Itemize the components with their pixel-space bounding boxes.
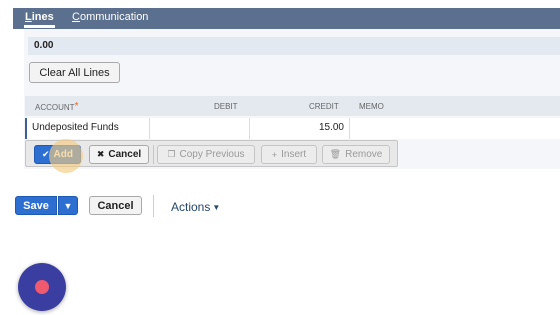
- clear-all-lines-button[interactable]: Clear All Lines: [29, 62, 120, 83]
- insert-line-label: Insert: [281, 149, 307, 160]
- check-icon: ✔: [42, 149, 50, 159]
- line-action-bar: ✔ Add ✖ Cancel ❐ Copy Previous + Insert 🗑 Rem…: [25, 140, 398, 167]
- header-memo: MEMO: [359, 102, 384, 111]
- cell-debit[interactable]: [150, 118, 250, 139]
- save-dropdown-button[interactable]: ▼: [58, 196, 78, 215]
- remove-line-button[interactable]: 🗑 Remove: [322, 145, 390, 164]
- cancel-line-label: Cancel: [108, 149, 142, 160]
- copy-previous-label: Copy Previous: [179, 149, 245, 160]
- save-button[interactable]: Save: [15, 196, 57, 215]
- insert-line-button[interactable]: + Insert: [261, 145, 317, 164]
- cell-account[interactable]: Undeposited Funds: [27, 118, 150, 139]
- cell-memo[interactable]: [350, 118, 560, 139]
- cancel-line-button[interactable]: ✖ Cancel: [89, 145, 149, 164]
- add-line-label: Add: [53, 149, 73, 160]
- add-line-button[interactable]: ✔ Add: [34, 145, 81, 164]
- tab-lines-accesskey: L: [25, 11, 32, 23]
- caret-down-icon: ▼: [63, 200, 73, 211]
- action-separator: [153, 145, 154, 164]
- tab-communication-label: ommunication: [79, 11, 149, 23]
- tab-communication[interactable]: Communication: [72, 11, 148, 23]
- table-row[interactable]: Undeposited Funds 15.00: [25, 118, 560, 139]
- actions-menu[interactable]: Actions ▼: [171, 200, 220, 214]
- record-button[interactable]: [18, 263, 66, 311]
- actions-label: Actions: [171, 200, 211, 214]
- x-icon: ✖: [96, 149, 105, 159]
- record-icon: [35, 280, 49, 294]
- totals-value: 0.00: [34, 40, 54, 51]
- cancel-button[interactable]: Cancel: [89, 196, 142, 215]
- plus-icon: +: [271, 149, 278, 160]
- copy-icon: ❐: [167, 149, 176, 159]
- tab-communication-accesskey: C: [72, 11, 80, 23]
- trash-icon: 🗑: [329, 149, 342, 159]
- grid-header: ACCOUNT* DEBIT CREDIT MEMO: [25, 96, 560, 116]
- divider: [153, 195, 154, 217]
- cell-credit[interactable]: 15.00: [250, 118, 350, 139]
- copy-previous-button[interactable]: ❐ Copy Previous: [157, 145, 255, 164]
- tab-lines[interactable]: Lines: [24, 11, 55, 28]
- remove-line-label: Remove: [345, 149, 383, 160]
- totals-bar: 0.00: [28, 37, 560, 55]
- header-account-label: ACCOUNT: [35, 103, 75, 112]
- required-marker: *: [74, 101, 79, 112]
- header-account: ACCOUNT*: [35, 101, 79, 113]
- subtab-bar: Lines Communication: [13, 8, 560, 29]
- caret-down-icon: ▼: [212, 203, 221, 212]
- header-debit: DEBIT: [214, 102, 238, 111]
- tab-lines-label: ines: [31, 11, 54, 23]
- header-credit: CREDIT: [309, 102, 339, 111]
